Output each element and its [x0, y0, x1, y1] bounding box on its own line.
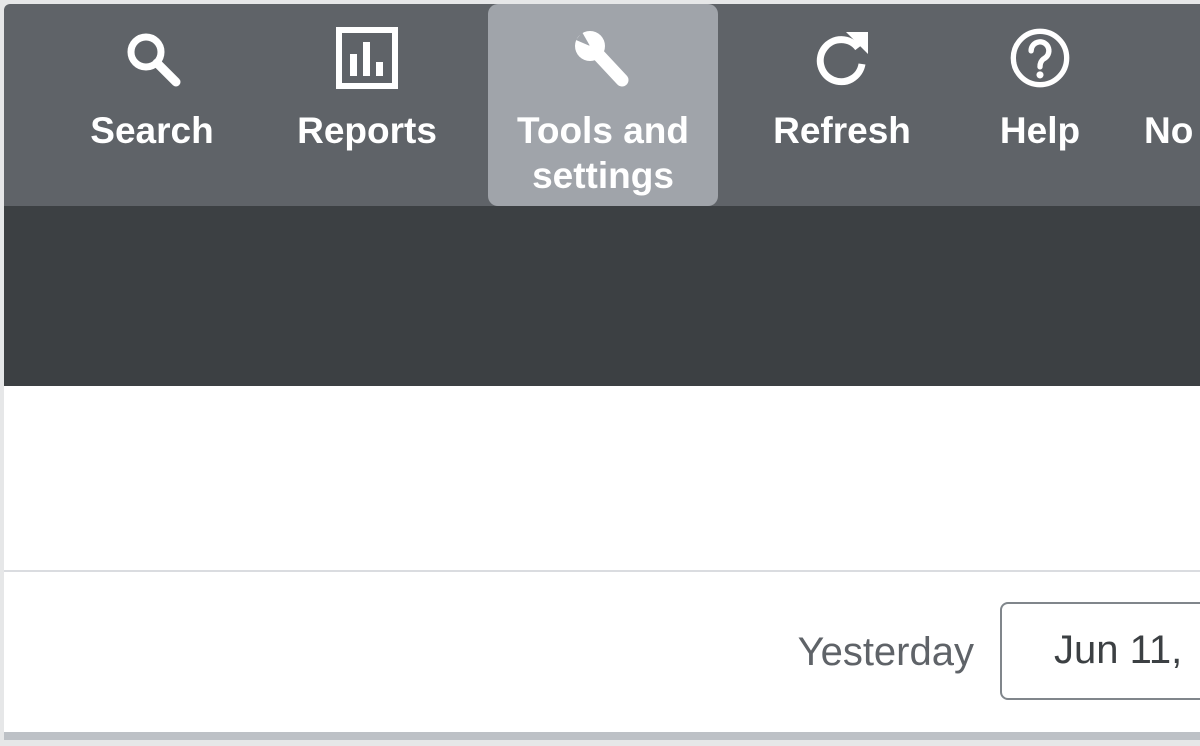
nav-refresh-label: Refresh: [773, 110, 911, 151]
nav-notifications-button[interactable]: No: [1144, 4, 1200, 206]
nav-search-button[interactable]: Search: [62, 4, 242, 206]
date-range-toolbar: Yesterday Jun 11,: [4, 572, 1200, 732]
nav-refresh-button[interactable]: Refresh: [752, 4, 932, 206]
nav-help-label: Help: [999, 110, 1081, 151]
date-preset-label: Yesterday: [797, 630, 974, 674]
help-icon: [1008, 26, 1072, 90]
top-navigation-bar: Search Reports Tools and settings Refres…: [4, 4, 1200, 206]
wrench-icon: [568, 26, 632, 90]
bottom-edge: [4, 732, 1200, 740]
nav-tools-settings-label: Tools and settings: [517, 110, 689, 196]
nav-search-label: Search: [90, 110, 214, 151]
nav-reports-button[interactable]: Reports: [272, 4, 462, 206]
nav-notifications-label: No: [1144, 110, 1194, 151]
date-range-value: Jun 11,: [1054, 628, 1183, 672]
content-area: [4, 386, 1200, 570]
app-window: Search Reports Tools and settings Refres…: [4, 4, 1200, 740]
date-range-picker[interactable]: Jun 11,: [1000, 602, 1200, 700]
secondary-header-band: [4, 206, 1200, 386]
nav-tools-settings-button[interactable]: Tools and settings: [488, 4, 718, 206]
nav-reports-label: Reports: [297, 110, 437, 151]
search-icon: [120, 26, 184, 90]
refresh-icon: [810, 26, 874, 90]
nav-help-button[interactable]: Help: [970, 4, 1110, 206]
bar-chart-icon: [335, 26, 399, 90]
